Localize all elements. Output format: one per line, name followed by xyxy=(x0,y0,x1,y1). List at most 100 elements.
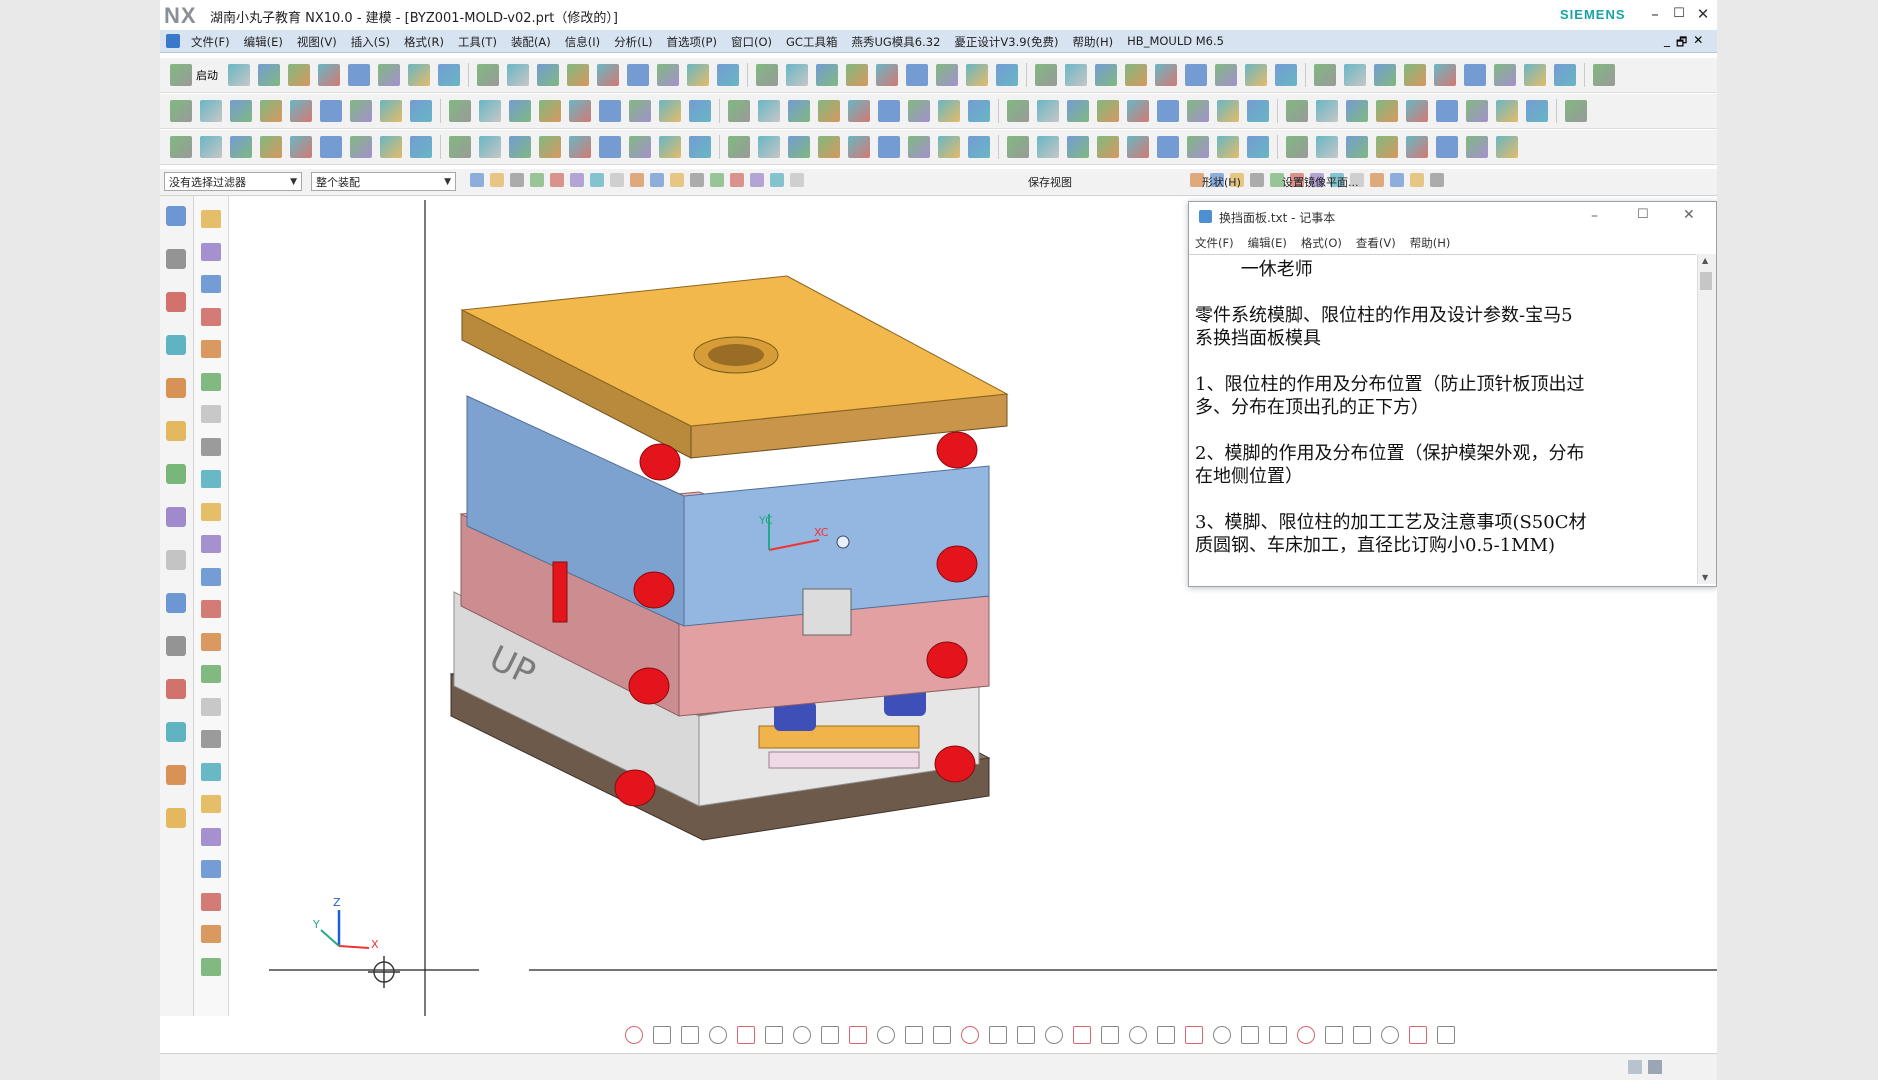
sketch-tool-icon[interactable] xyxy=(1269,1026,1287,1044)
resource-bar-icon[interactable] xyxy=(166,421,186,441)
snap-point-icon[interactable] xyxy=(1430,173,1444,187)
tool-icon[interactable] xyxy=(1554,64,1576,86)
resource-bar-icon[interactable] xyxy=(166,206,186,226)
tool-icon[interactable] xyxy=(1097,100,1119,122)
sketch-tool-icon[interactable] xyxy=(961,1026,979,1044)
tool-icon[interactable] xyxy=(788,136,810,158)
tool-icon[interactable] xyxy=(848,136,870,158)
tool-icon[interactable] xyxy=(848,100,870,122)
tool-icon[interactable] xyxy=(258,64,280,86)
tool-icon[interactable] xyxy=(170,64,192,86)
tool-icon[interactable] xyxy=(1376,136,1398,158)
tool-icon[interactable] xyxy=(876,64,898,86)
tool-icon[interactable] xyxy=(966,64,988,86)
tool-icon[interactable] xyxy=(1286,100,1308,122)
tool-icon[interactable] xyxy=(717,64,739,86)
tool-icon[interactable] xyxy=(378,64,400,86)
sketch-tool-icon[interactable] xyxy=(1017,1026,1035,1044)
tool-icon[interactable] xyxy=(1406,100,1428,122)
snap-point-icon[interactable] xyxy=(610,173,624,187)
tool-icon[interactable] xyxy=(380,100,402,122)
menu-item[interactable]: 文件(F) xyxy=(184,32,237,52)
tool-icon[interactable] xyxy=(509,100,531,122)
tool-icon[interactable] xyxy=(1187,100,1209,122)
navigator-icon[interactable] xyxy=(201,957,221,976)
tool-icon[interactable] xyxy=(1037,136,1059,158)
sketch-tool-icon[interactable] xyxy=(1101,1026,1119,1044)
tool-icon[interactable] xyxy=(408,64,430,86)
tool-icon[interactable] xyxy=(539,136,561,158)
tool-icon[interactable] xyxy=(1436,136,1458,158)
menu-item[interactable]: 燕秀UG模具6.32 xyxy=(844,32,947,52)
tool-icon[interactable] xyxy=(786,64,808,86)
tool-icon[interactable] xyxy=(1526,100,1548,122)
tool-icon[interactable] xyxy=(1316,100,1338,122)
tool-icon[interactable] xyxy=(599,100,621,122)
sketch-tool-icon[interactable] xyxy=(653,1026,671,1044)
tool-icon[interactable] xyxy=(1496,136,1518,158)
shape-menu-button[interactable]: 形状(H) xyxy=(1202,174,1241,190)
resource-bar-icon[interactable] xyxy=(166,378,186,398)
resource-bar-icon[interactable] xyxy=(166,808,186,828)
tool-icon[interactable] xyxy=(1286,136,1308,158)
tool-icon[interactable] xyxy=(1275,64,1297,86)
tool-icon[interactable] xyxy=(230,136,252,158)
snap-point-icon[interactable] xyxy=(1250,173,1264,187)
navigator-icon[interactable] xyxy=(201,535,221,553)
notepad-menu-item[interactable]: 查看(V) xyxy=(1356,235,1396,251)
maximize-button[interactable]: ☐ xyxy=(1668,4,1690,24)
tool-icon[interactable] xyxy=(1125,64,1147,86)
notepad-menu-item[interactable]: 格式(O) xyxy=(1301,235,1342,251)
tool-icon[interactable] xyxy=(170,136,192,158)
menu-item[interactable]: 装配(A) xyxy=(504,32,558,52)
tool-icon[interactable] xyxy=(1346,100,1368,122)
tool-icon[interactable] xyxy=(1374,64,1396,86)
tool-icon[interactable] xyxy=(1346,136,1368,158)
tool-icon[interactable] xyxy=(350,100,372,122)
navigator-icon[interactable] xyxy=(201,567,221,586)
tool-icon[interactable] xyxy=(1157,136,1179,158)
tool-icon[interactable] xyxy=(1095,64,1117,86)
notepad-menu-item[interactable]: 文件(F) xyxy=(1195,235,1234,251)
sketch-tool-icon[interactable] xyxy=(1073,1026,1091,1044)
close-button[interactable]: ✕ xyxy=(1692,4,1714,24)
sketch-tool-icon[interactable] xyxy=(877,1026,895,1044)
tool-icon[interactable] xyxy=(348,64,370,86)
tool-icon[interactable] xyxy=(200,136,222,158)
tool-icon[interactable] xyxy=(479,100,501,122)
notepad-scrollbar[interactable]: ▲ ▼ xyxy=(1697,254,1716,584)
tool-icon[interactable] xyxy=(1376,100,1398,122)
tool-icon[interactable] xyxy=(1185,64,1207,86)
tool-icon[interactable] xyxy=(318,64,340,86)
tool-icon[interactable] xyxy=(380,136,402,158)
sketch-tool-icon[interactable] xyxy=(1213,1026,1231,1044)
tool-icon[interactable] xyxy=(320,136,342,158)
mirror-plane-button[interactable]: 设置镜像平面... xyxy=(1282,174,1359,190)
resource-bar-icon[interactable] xyxy=(166,722,186,742)
sketch-tool-icon[interactable] xyxy=(1185,1026,1203,1044)
tool-icon[interactable] xyxy=(1127,100,1149,122)
tool-icon[interactable] xyxy=(1436,100,1458,122)
navigator-icon[interactable] xyxy=(201,860,221,878)
tool-icon[interactable] xyxy=(816,64,838,86)
tool-icon[interactable] xyxy=(689,100,711,122)
menu-item[interactable]: 工具(T) xyxy=(451,32,504,52)
tool-icon[interactable] xyxy=(689,136,711,158)
resource-bar-icon[interactable] xyxy=(166,335,186,355)
tool-icon[interactable] xyxy=(1217,100,1239,122)
tool-icon[interactable] xyxy=(230,100,252,122)
snap-point-icon[interactable] xyxy=(510,173,524,187)
navigator-icon[interactable] xyxy=(201,762,221,781)
menu-item[interactable]: 窗口(O) xyxy=(724,32,779,52)
snap-point-icon[interactable] xyxy=(750,173,764,187)
sketch-tool-icon[interactable] xyxy=(905,1026,923,1044)
tool-icon[interactable] xyxy=(968,136,990,158)
snap-point-icon[interactable] xyxy=(570,173,584,187)
menu-item[interactable]: GC工具箱 xyxy=(779,32,844,52)
tool-icon[interactable] xyxy=(728,136,750,158)
assembly-scope-dropdown[interactable]: 整个装配 ▼ xyxy=(311,172,456,191)
tool-icon[interactable] xyxy=(629,100,651,122)
tool-icon[interactable] xyxy=(320,100,342,122)
tool-icon[interactable] xyxy=(438,64,460,86)
tool-icon[interactable] xyxy=(659,100,681,122)
